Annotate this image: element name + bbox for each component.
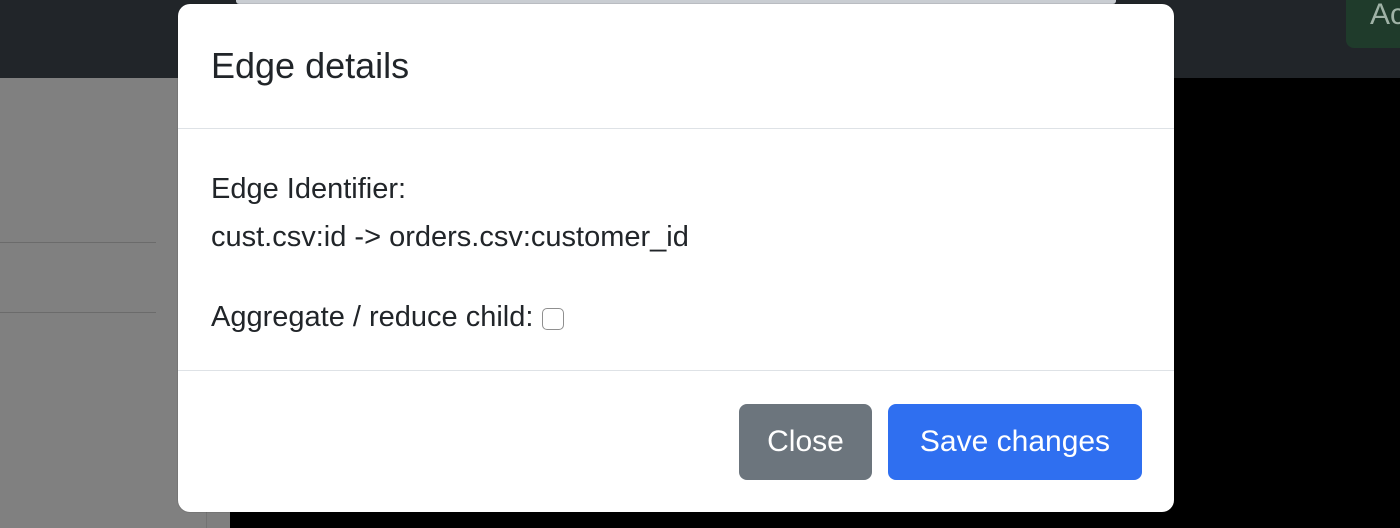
modal-header: Edge details xyxy=(178,4,1174,129)
sidebar-divider xyxy=(0,312,156,313)
app-window: Ac Edge details Edge Identifier: cust.cs… xyxy=(0,0,1400,528)
modal-body: Edge Identifier: cust.csv:id -> orders.c… xyxy=(178,129,1174,371)
app-sidebar-panel xyxy=(0,78,207,528)
close-button[interactable]: Close xyxy=(739,404,872,480)
edge-details-modal: Edge details Edge Identifier: cust.csv:i… xyxy=(178,4,1174,512)
modal-title: Edge details xyxy=(211,45,410,86)
aggregate-checkbox[interactable] xyxy=(542,308,565,330)
background-top-button: Ac xyxy=(1346,0,1400,48)
save-changes-button[interactable]: Save changes xyxy=(888,404,1142,480)
edge-identifier-value: cust.csv:id -> orders.csv:customer_id xyxy=(211,221,689,253)
edge-identifier-label: Edge Identifier: xyxy=(211,173,407,205)
aggregate-label: Aggregate / reduce child: xyxy=(211,301,534,333)
modal-footer: Close Save changes xyxy=(178,370,1174,512)
sidebar-divider xyxy=(0,242,156,243)
aggregate-row: Aggregate / reduce child: xyxy=(211,299,565,335)
